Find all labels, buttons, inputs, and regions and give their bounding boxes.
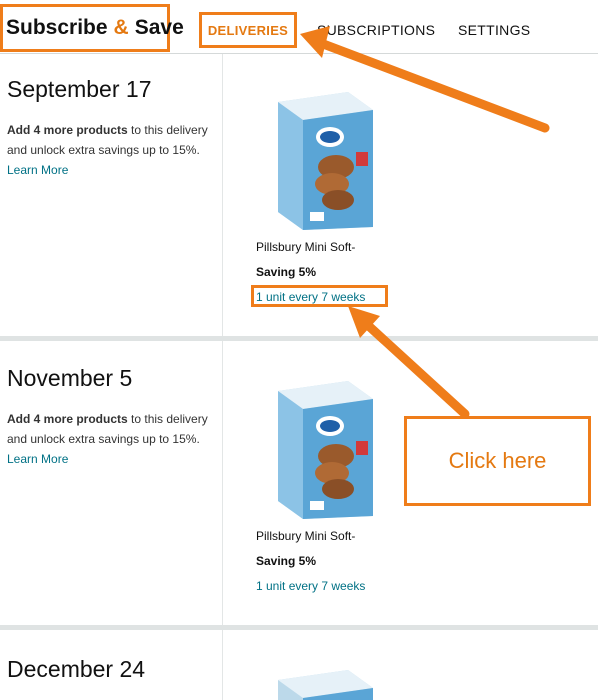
tab-subscriptions[interactable]: SUBSCRIPTIONS — [317, 22, 435, 38]
tab-settings[interactable]: SETTINGS — [458, 22, 530, 38]
column-divider — [222, 54, 223, 336]
brand-title: Subscribe & Save — [0, 4, 184, 52]
product-name[interactable]: Pillsbury Mini Soft- — [256, 529, 355, 543]
delivery-section: September 17 Add 4 more products to this… — [0, 54, 598, 336]
delivery-note: Add 4 more products to this delivery and… — [7, 120, 222, 160]
product-image[interactable] — [268, 371, 378, 521]
header: Subscribe & Save DELIVERIES SUBSCRIPTION… — [0, 0, 598, 54]
delivery-date: December 24 — [7, 656, 146, 682]
column-divider — [222, 630, 223, 700]
product-image[interactable] — [268, 660, 378, 700]
frequency-highlight-box — [251, 285, 388, 307]
saving-label: Saving 5% — [256, 265, 317, 279]
learn-more-link[interactable]: Learn More — [7, 452, 68, 466]
delivery-note: Add 4 more products to this delivery and… — [7, 409, 222, 449]
delivery-date: September 17 — [7, 76, 152, 102]
click-here-callout: Click here — [404, 416, 591, 506]
frequency-link[interactable]: 1 unit every 7 weeks — [256, 579, 365, 593]
brand-left: Subscribe — [6, 16, 108, 39]
delivery-note-bold: Add 4 more products — [7, 412, 128, 426]
delivery-date: November 5 — [7, 365, 133, 391]
brand-ampersand: & — [113, 16, 129, 39]
delivery-section: December 24 — [0, 630, 598, 700]
saving-label: Saving 5% — [256, 554, 317, 568]
column-divider — [222, 341, 223, 625]
learn-more-link[interactable]: Learn More — [7, 163, 68, 177]
tab-deliveries[interactable]: DELIVERIES — [199, 12, 297, 48]
tab-deliveries-label: DELIVERIES — [207, 22, 289, 38]
delivery-note-bold: Add 4 more products — [7, 123, 128, 137]
brand-right: Save — [134, 16, 184, 39]
product-name[interactable]: Pillsbury Mini Soft- — [256, 240, 355, 254]
product-image[interactable] — [268, 82, 378, 232]
